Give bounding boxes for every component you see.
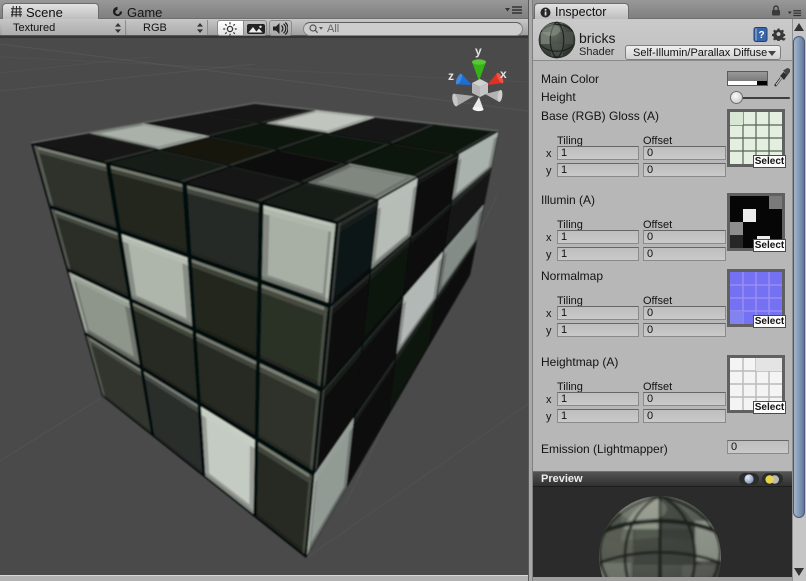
svg-text:x: x [500, 67, 507, 81]
svg-text:?: ? [759, 30, 765, 41]
svg-text:z: z [448, 69, 454, 83]
svg-text:y: y [475, 44, 482, 58]
